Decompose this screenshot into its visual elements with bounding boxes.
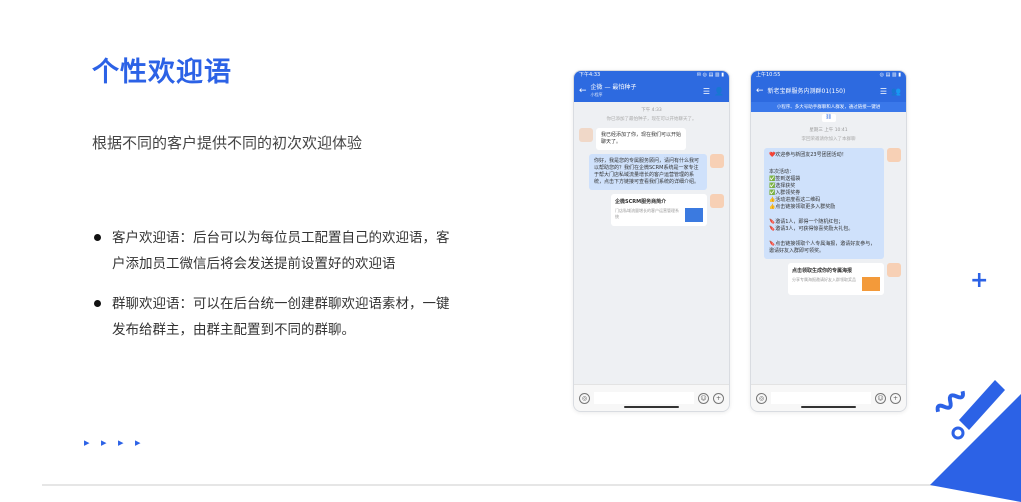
system-message: 李回荣邀请你加入了本群聊 bbox=[801, 137, 856, 142]
extra-item: 🔖邀请3人，可获得惊喜奖励大礼包。 bbox=[769, 226, 854, 232]
phone-screenshot-group-welcome: 上午10:55 ◎ ▤ ▥ ▮ ← 新老宝群服务内测群01(150) ☰ 👥 小… bbox=[750, 70, 907, 412]
page-title: 个性欢迎语 bbox=[92, 57, 232, 88]
status-time: 下午4:33 bbox=[579, 72, 601, 78]
bullet-icon bbox=[94, 300, 101, 307]
list-item: 客户欢迎语：后台可以为每位员工配置自己的欢迎语，客户添加员工微信后将会发送提前设… bbox=[92, 225, 452, 277]
emoji-icon[interactable]: ☺ bbox=[698, 392, 709, 404]
group-notice: 小程序、多大号助手群聊和人群发，通过链接一键进 bbox=[751, 102, 906, 112]
status-bar: 上午10:55 ◎ ▤ ▥ ▮ bbox=[751, 71, 906, 80]
page-subtitle: 根据不同的客户提供不同的初次欢迎体验 bbox=[92, 134, 363, 152]
chat-message: 我已经添加了你，现在我们可以开始聊天了。 bbox=[579, 128, 724, 150]
message-bubble: 你好，我是您的专属服务顾问，请问有什么我可以帮助您的？我们在企微SCRM系统是一… bbox=[589, 154, 707, 190]
chat-message: 企微SCRM服务商简介 门店私域流量增长的客户运营管理系统 bbox=[579, 194, 724, 226]
status-icons: ◎ ▤ ▥ ▮ bbox=[879, 72, 901, 78]
bullet-text: 群聊欢迎语：可以在后台统一创建群聊欢迎语素材，一键发布给群主，由群主配置到不同的… bbox=[112, 296, 450, 338]
home-indicator bbox=[801, 406, 856, 408]
back-arrow-icon[interactable]: ← bbox=[579, 86, 587, 96]
voice-icon[interactable]: ◎ bbox=[579, 392, 590, 404]
list-item: 群聊欢迎语：可以在后台统一创建群聊欢迎语素材，一键发布给群主，由群主配置到不同的… bbox=[92, 291, 452, 343]
wave-shape bbox=[935, 390, 965, 413]
rule-item: 👍点击链接领取更多入群奖励 bbox=[769, 204, 836, 210]
rule-item: ✅入群领奖券 bbox=[769, 190, 801, 196]
status-time: 上午10:55 bbox=[756, 72, 781, 78]
message-input[interactable] bbox=[771, 392, 871, 404]
link-card[interactable]: 企微SCRM服务商简介 门店私域流量增长的客户运营管理系统 bbox=[611, 194, 707, 226]
link-icon[interactable]: ⛓ bbox=[821, 114, 836, 122]
bottom-divider bbox=[42, 484, 987, 486]
avatar bbox=[887, 148, 901, 162]
status-icons: ✉ ◎ ▤ ▥ ▮ bbox=[696, 72, 724, 78]
emoji-icon[interactable]: ☺ bbox=[875, 392, 886, 404]
message-bubble: 我已经添加了你，现在我们可以开始聊天了。 bbox=[596, 128, 686, 150]
card-title: 企微SCRM服务商简介 bbox=[615, 199, 667, 205]
extra-item: 🔖邀请1人，即得一个随机红包； bbox=[769, 219, 844, 225]
group-icon[interactable]: 👥 bbox=[891, 87, 901, 96]
bullet-text: 客户欢迎语：后台可以为每位员工配置自己的欢迎语，客户添加员工微信后将会发送提前设… bbox=[112, 230, 450, 272]
link-card[interactable]: 点击领取生成你的专属海报 分享专属海报邀请好友入群领取奖品 bbox=[788, 263, 884, 295]
msg-intro: ❤️欢迎参与新团友23号团团活动！ bbox=[769, 152, 847, 158]
bullet-icon bbox=[94, 234, 101, 241]
chat-message: 你好，我是您的专属服务顾问，请问有什么我可以帮助您的？我们在企微SCRM系统是一… bbox=[579, 154, 724, 190]
back-arrow-icon[interactable]: ← bbox=[756, 86, 764, 96]
plus-icon[interactable]: + bbox=[890, 392, 901, 404]
menu-icon[interactable]: ☰ bbox=[880, 87, 887, 96]
plus-icon[interactable]: + bbox=[713, 392, 724, 404]
message-bubble: ❤️欢迎参与新团友23号团团活动！ 本次活动： ✅签到送福袋 ✅选择获奖 ✅入群… bbox=[764, 148, 884, 259]
feature-list: 客户欢迎语：后台可以为每位员工配置自己的欢迎语，客户添加员工微信后将会发送提前设… bbox=[92, 225, 452, 357]
avatar bbox=[887, 263, 901, 277]
avatar bbox=[579, 128, 593, 142]
chat-header: ← 企微 — 最怕种子 小程序 ☰ 👤 bbox=[574, 80, 729, 102]
phone-screenshot-customer-welcome: 下午4:33 ✉ ◎ ▤ ▥ ▮ ← 企微 — 最怕种子 小程序 ☰ 👤 下午 … bbox=[573, 70, 730, 412]
rule-item: 👍活动进度看这二维码 bbox=[769, 197, 821, 203]
avatar bbox=[710, 194, 724, 208]
chat-title: 企微 — 最怕种子 bbox=[590, 84, 637, 91]
chat-title: 新老宝群服务内测群01(150) bbox=[767, 87, 846, 95]
chat-message: 点击领取生成你的专属海报 分享专属海报邀请好友入群领取奖品 bbox=[756, 263, 901, 295]
home-indicator bbox=[624, 406, 679, 408]
system-message: 你已添加了最怕种子，现在可以开始聊天了。 bbox=[606, 117, 697, 122]
status-bar: 下午4:33 ✉ ◎ ▤ ▥ ▮ bbox=[574, 71, 729, 80]
ring-shape bbox=[951, 426, 965, 440]
chat-timestamp: 星期三 上午 10:41 bbox=[809, 128, 848, 133]
gift-icon bbox=[862, 277, 880, 291]
decorative-shapes-icon bbox=[930, 380, 1021, 502]
rule-item: ✅签到送福袋 bbox=[769, 176, 801, 182]
card-desc: 分享专属海报邀请好友入群领取奖品 bbox=[792, 277, 856, 282]
message-input[interactable] bbox=[594, 392, 694, 404]
msg-rules-title: 本次活动： bbox=[769, 169, 795, 175]
person-icon[interactable]: 👤 bbox=[714, 87, 724, 96]
chat-header: ← 新老宝群服务内测群01(150) ☰ 👥 bbox=[751, 80, 906, 102]
extra-item: 🔖点击链接领取个人专属海报，邀请好友参与，邀请好友入群即可领奖。 bbox=[769, 241, 876, 254]
chat-message: ❤️欢迎参与新团友23号团团活动！ 本次活动： ✅签到送福袋 ✅选择获奖 ✅入群… bbox=[756, 148, 901, 259]
chat-subtitle: 小程序 bbox=[590, 92, 603, 97]
plus-decoration-icon: + bbox=[970, 268, 989, 293]
chat-timestamp: 下午 4:33 bbox=[641, 108, 662, 113]
avatar bbox=[710, 154, 724, 168]
menu-icon[interactable]: ☰ bbox=[703, 87, 710, 96]
voice-icon[interactable]: ◎ bbox=[756, 392, 767, 404]
card-desc: 门店私域流量增长的客户运营管理系统 bbox=[615, 208, 679, 219]
rule-item: ✅选择获奖 bbox=[769, 183, 796, 189]
decorative-arrows-icon: ▸ ▸ ▸ ▸ bbox=[84, 436, 145, 449]
card-title: 点击领取生成你的专属海报 bbox=[792, 268, 853, 274]
card-thumbnail bbox=[685, 208, 703, 222]
